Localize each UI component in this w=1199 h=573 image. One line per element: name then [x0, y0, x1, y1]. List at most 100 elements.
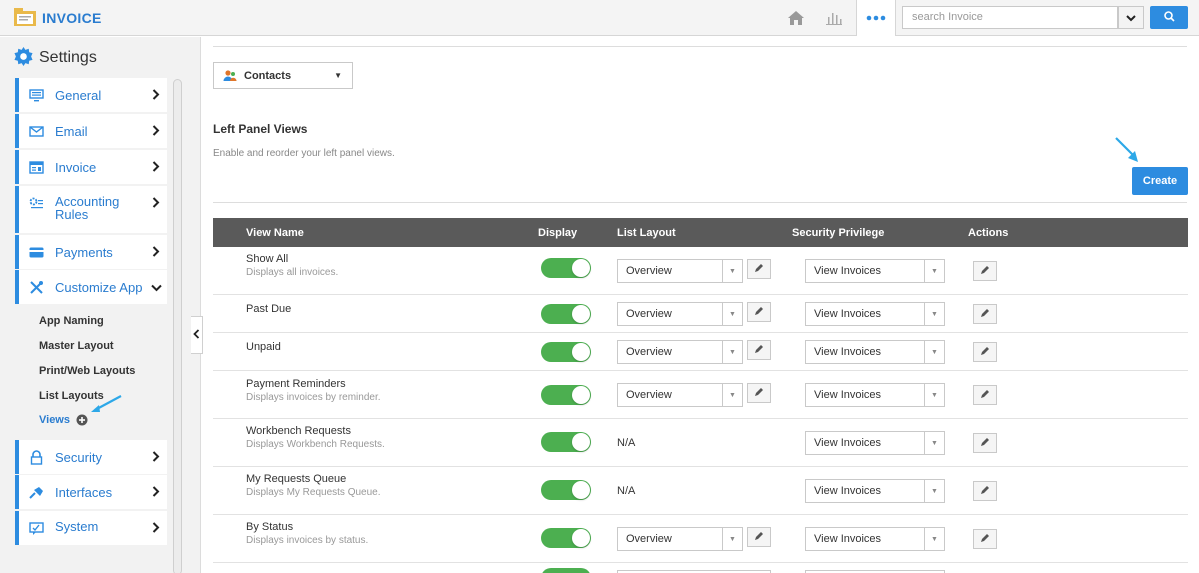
- caret-down-icon[interactable]: ▼: [925, 383, 945, 407]
- add-view-icon[interactable]: [76, 414, 88, 429]
- display-toggle[interactable]: [541, 342, 591, 362]
- caret-down-icon[interactable]: ▼: [925, 479, 945, 503]
- caret-down-icon[interactable]: ▼: [925, 340, 945, 364]
- search-scope-dropdown[interactable]: [1118, 6, 1144, 29]
- sidebar-item-security[interactable]: Security: [15, 440, 167, 474]
- subnav-master-layout[interactable]: Master Layout: [39, 340, 114, 352]
- pointer-arrow-icon: [89, 394, 123, 419]
- display-toggle[interactable]: [541, 258, 591, 278]
- table-row[interactable]: My Requests Queue Displays My Requests Q…: [213, 467, 1188, 515]
- list-layout-select[interactable]: Overview: [617, 527, 723, 551]
- view-name: My Requests Queue: [246, 473, 347, 485]
- chat-icon: [28, 520, 44, 536]
- view-description: Displays all invoices.: [246, 267, 339, 278]
- table-row[interactable]: Payment Reminders Displays invoices by r…: [213, 371, 1188, 419]
- caret-down-icon[interactable]: ▼: [723, 340, 743, 364]
- tools-icon: [28, 279, 44, 295]
- security-privilege-select[interactable]: View Invoices: [805, 302, 925, 326]
- table-row[interactable]: Workbench Requests Displays Workbench Re…: [213, 419, 1188, 467]
- pointer-arrow-icon: [1114, 136, 1140, 167]
- edit-layout-button[interactable]: [747, 259, 771, 279]
- list-layout-select[interactable]: Overview: [617, 383, 723, 407]
- caret-down-icon[interactable]: ▼: [723, 302, 743, 326]
- edit-view-button[interactable]: [973, 529, 997, 549]
- chevron-right-icon: [149, 485, 163, 500]
- view-name: Unpaid: [246, 341, 281, 353]
- list-layout-select[interactable]: Overview: [617, 259, 723, 283]
- subnav-print-web-layouts[interactable]: Print/Web Layouts: [39, 365, 135, 377]
- sidebar-item-invoice[interactable]: Invoice: [15, 150, 167, 184]
- display-toggle[interactable]: [541, 568, 591, 573]
- security-privilege-select[interactable]: View Invoices: [805, 340, 925, 364]
- more-menu-icon[interactable]: [856, 0, 896, 36]
- list-layout-value: N/A: [617, 485, 636, 497]
- edit-layout-button[interactable]: [747, 302, 771, 322]
- display-toggle[interactable]: [541, 385, 591, 405]
- search-input[interactable]: search Invoice: [902, 6, 1118, 29]
- table-row[interactable]: Show All Displays all invoices. Overview…: [213, 247, 1188, 295]
- sidebar-item-payments[interactable]: Payments: [15, 235, 167, 269]
- security-privilege-select[interactable]: View Invoices: [805, 527, 925, 551]
- home-icon[interactable]: [776, 0, 816, 36]
- app-title[interactable]: INVOICE: [42, 10, 102, 26]
- display-toggle[interactable]: [541, 304, 591, 324]
- caret-down-icon[interactable]: ▼: [723, 383, 743, 407]
- settings-title: Settings: [39, 49, 97, 66]
- view-name: Payment Reminders: [246, 378, 346, 390]
- sidebar-item-email[interactable]: Email: [15, 114, 167, 148]
- create-button[interactable]: Create: [1132, 167, 1188, 195]
- display-toggle[interactable]: [541, 528, 591, 548]
- caret-down-icon[interactable]: ▼: [723, 527, 743, 551]
- table-row[interactable]: Unpaid Overview ▼ View Invoices ▼: [213, 333, 1188, 371]
- caret-down-icon[interactable]: ▼: [723, 259, 743, 283]
- edit-view-button[interactable]: [973, 261, 997, 281]
- chevron-right-icon: [149, 196, 163, 211]
- gear-icon: [14, 47, 33, 69]
- edit-view-button[interactable]: [973, 342, 997, 362]
- invoice-logo-icon: [14, 8, 36, 26]
- column-header-list-layout: List Layout: [617, 227, 676, 239]
- caret-down-icon[interactable]: ▼: [925, 302, 945, 326]
- table-row[interactable]: By Status Displays invoices by status. O…: [213, 515, 1188, 563]
- edit-view-button[interactable]: [973, 385, 997, 405]
- caret-down-icon[interactable]: ▼: [925, 431, 945, 455]
- view-description: Displays invoices by reminder.: [246, 392, 381, 403]
- view-name: Workbench Requests: [246, 425, 351, 437]
- security-privilege-select[interactable]: View Invoices: [805, 431, 925, 455]
- contacts-icon: [223, 69, 237, 82]
- edit-layout-button[interactable]: [747, 340, 771, 360]
- security-privilege-select[interactable]: View Invoices: [805, 259, 925, 283]
- chart-icon[interactable]: [814, 0, 854, 36]
- edit-view-button[interactable]: [973, 481, 997, 501]
- list-layout-select[interactable]: Overview: [617, 340, 723, 364]
- edit-layout-button[interactable]: [747, 383, 771, 403]
- list-layout-select[interactable]: Overview: [617, 302, 723, 326]
- pencil-icon: [980, 307, 990, 321]
- security-privilege-select[interactable]: View Invoices: [805, 383, 925, 407]
- divider: [213, 46, 1187, 47]
- sidebar-item-accounting-rules[interactable]: Accounting Rules: [15, 186, 167, 233]
- caret-down-icon[interactable]: ▼: [925, 259, 945, 283]
- sidebar-item-system[interactable]: System: [15, 511, 167, 545]
- caret-down-icon[interactable]: ▼: [925, 527, 945, 551]
- pencil-icon: [754, 343, 764, 357]
- chevron-right-icon: [149, 245, 163, 260]
- subnav-views[interactable]: Views: [39, 414, 70, 426]
- sidebar-scrollbar[interactable]: [173, 79, 182, 573]
- table-row[interactable]: Past Due Overview ▼ View Invoices ▼: [213, 295, 1188, 333]
- subnav-app-naming[interactable]: App Naming: [39, 315, 104, 327]
- module-dropdown[interactable]: Contacts ▼: [213, 62, 353, 89]
- sidebar-item-interfaces[interactable]: Interfaces: [15, 475, 167, 509]
- caret-down-icon: ▼: [334, 71, 342, 80]
- search-button[interactable]: [1150, 6, 1188, 29]
- divider: [213, 202, 1187, 203]
- display-toggle[interactable]: [541, 480, 591, 500]
- security-privilege-select[interactable]: View Invoices: [805, 479, 925, 503]
- sidebar-item-customize-app[interactable]: Customize App: [15, 270, 167, 304]
- edit-view-button[interactable]: [973, 304, 997, 324]
- sidebar-item-general[interactable]: General: [15, 78, 167, 112]
- view-description: Displays invoices by status.: [246, 535, 369, 546]
- edit-view-button[interactable]: [973, 433, 997, 453]
- edit-layout-button[interactable]: [747, 527, 771, 547]
- display-toggle[interactable]: [541, 432, 591, 452]
